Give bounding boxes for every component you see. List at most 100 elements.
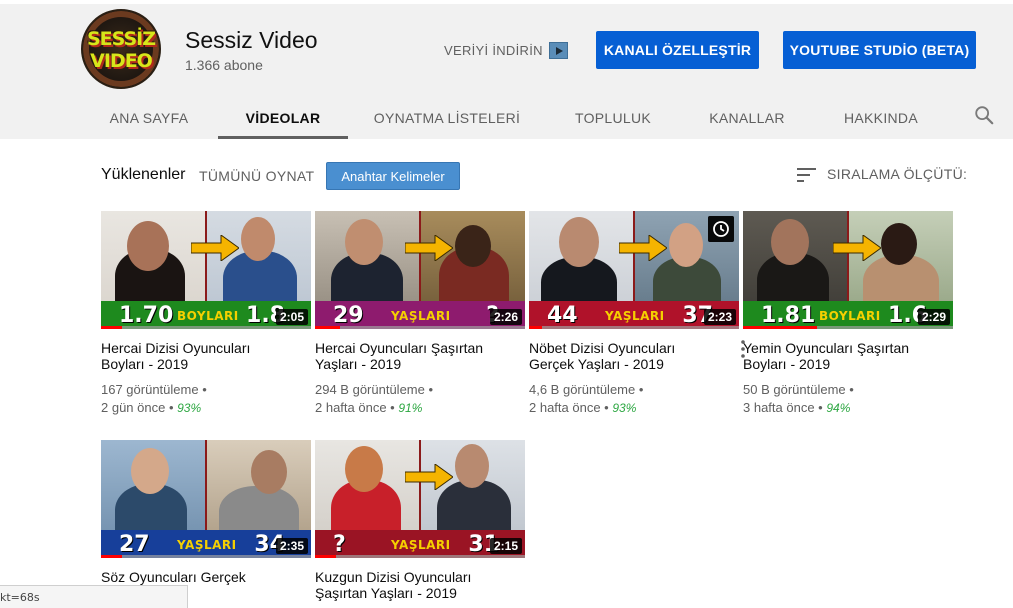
tab-home[interactable]: ANA SAYFA [98,96,200,139]
tab-videos[interactable]: VİDEOLAR [218,96,348,139]
video-card[interactable]: 27 YAŞLARI 34 2:35 Söz Oyuncuları Gerçek… [101,440,311,601]
rating-percent: 94% [826,401,851,415]
video-thumbnail[interactable]: 1.81 BOYLARI 1.6 2:29 [743,211,953,329]
video-title[interactable]: Nöbet Dizisi Oyuncuları Gerçek Yaşları -… [529,340,719,372]
progress-track [101,326,311,329]
progress-track [529,326,739,329]
video-title[interactable]: Hercai Dizisi Oyuncuları Boyları - 2019 [101,340,291,372]
watch-progress [315,555,336,558]
keywords-button[interactable]: Anahtar Kelimeler [326,162,460,190]
header-top-line [0,0,1013,4]
thumb-label: BOYLARI [177,309,239,323]
download-label: VERİYİ İNDİRİN [444,43,543,58]
upload-age: 2 gün önce [101,400,166,415]
watch-progress [101,326,122,329]
section-title: Yüklenenler [101,166,186,183]
video-title[interactable]: Yemin Oyuncuları Şaşırtan Boyları - 2019 [743,340,933,372]
sort-icon[interactable] [797,167,817,183]
channel-header: SESSİZ VIDEO Sessiz Video 1.366 abone VE… [0,0,1013,139]
person-head [345,446,383,492]
thumb-left-value: ? [333,532,346,557]
video-thumbnail[interactable]: ? YAŞLARI 31 2:15 [315,440,525,558]
clock-icon[interactable] [708,216,734,242]
person-head [771,219,809,265]
video-duration: 2:26 [489,309,522,325]
download-data-link[interactable]: VERİYİ İNDİRİN [444,42,568,59]
video-meta: 294 B görüntüleme • 2 hafta önce • 91% [315,382,434,415]
video-card[interactable]: 44 YAŞLARI 37 2:23 Nöbet Dizisi Oyuncula… [529,211,745,417]
search-icon[interactable] [973,104,995,126]
watch-progress [101,555,122,558]
thumb-label: YAŞLARI [391,309,451,323]
video-duration: 2:05 [275,309,308,325]
play-all-button[interactable]: TÜMÜNÜ OYNAT [199,168,314,184]
person-head [559,217,599,267]
tab-community[interactable]: TOPLULUK [564,96,662,139]
person-head [669,223,703,267]
upload-age: 3 hafta önce [743,400,815,415]
person-head [131,448,169,494]
person-head [455,444,489,488]
rating-percent: 91% [398,401,423,415]
view-count: 50 B görüntüleme [743,382,846,397]
person-head [241,217,275,261]
upload-age: 2 hafta önce [529,400,601,415]
arrow-right-icon [833,235,881,261]
customize-channel-button[interactable]: KANALI ÖZELLEŞTİR [596,31,759,69]
video-card[interactable]: ? YAŞLARI 31 2:15 Kuzgun Dizisi Oyuncula… [315,440,525,601]
video-card[interactable]: 1.70 BOYLARI 1.8 2:05 Hercai Dizisi Oyun… [101,211,311,417]
thumb-label: YAŞLARI [177,538,237,552]
channel-name: Sessiz Video [185,27,318,53]
video-title[interactable]: Kuzgun Dizisi Oyuncuları Şaşırtan Yaşlar… [315,569,505,601]
video-play-icon [548,42,568,59]
person-head [455,225,491,267]
video-title[interactable]: Hercai Oyuncuları Şaşırtan Yaşları - 201… [315,340,505,372]
video-duration: 2:29 [917,309,950,325]
arrow-right-icon [405,235,453,261]
youtube-studio-button[interactable]: YOUTUBE STUDİO (BETA) [783,31,976,69]
progress-track [315,326,525,329]
video-thumbnail[interactable]: 1.70 BOYLARI 1.8 2:05 [101,211,311,329]
arrow-right-icon [619,235,667,261]
watch-progress [315,326,341,329]
person-head [345,219,383,265]
watch-progress [529,326,542,329]
tab-channels[interactable]: KANALLAR [697,96,797,139]
video-meta: 4,6 B görüntüleme • 2 hafta önce • 93% [529,382,644,415]
person-head [251,450,287,494]
avatar-logo-text-2: VIDEO [90,50,153,72]
rating-percent: 93% [612,401,637,415]
watch-progress [743,326,817,329]
view-count: 294 B görüntüleme [315,382,425,397]
thumb-divider [205,440,207,530]
channel-tabs: ANA SAYFA VİDEOLAR OYNATMA LİSTELERİ TOP… [0,96,1013,139]
person-head [127,221,169,271]
video-thumbnail[interactable]: 29 YAŞLARI ? 2:26 [315,211,525,329]
sort-by-label[interactable]: SIRALAMA ÖLÇÜTÜ: [827,166,967,182]
browser-status-bar: kt=68s [0,585,188,608]
avatar-logo-text-1: SESSİZ [86,28,156,50]
thumb-left-value: 27 [119,532,150,557]
arrow-right-icon [405,464,453,490]
tab-playlists[interactable]: OYNATMA LİSTELERİ [366,96,528,139]
view-count: 167 görüntüleme [101,382,199,397]
thumb-left-value: 29 [333,303,364,328]
thumb-left-value: 44 [547,303,578,328]
person-head [881,223,917,265]
progress-track [101,555,311,558]
video-duration: 2:15 [489,538,522,554]
video-meta: 167 görüntüleme • 2 gün önce • 93% [101,382,207,415]
arrow-right-icon [191,235,239,261]
video-card[interactable]: 29 YAŞLARI ? 2:26 Hercai Oyuncuları Şaşı… [315,211,525,417]
video-thumbnail[interactable]: 44 YAŞLARI 37 2:23 [529,211,739,329]
video-thumbnail[interactable]: 27 YAŞLARI 34 2:35 [101,440,311,558]
channel-avatar[interactable]: SESSİZ VIDEO [81,9,161,89]
video-card[interactable]: 1.81 BOYLARI 1.6 2:29 Yemin Oyuncuları Ş… [743,211,953,417]
thumb-label: YAŞLARI [391,538,451,552]
thumb-left-value: 1.70 [119,303,174,328]
tab-about[interactable]: HAKKINDA [832,96,930,139]
progress-track [315,555,525,558]
thumb-left-value: 1.81 [761,303,816,328]
video-meta: 50 B görüntüleme • 3 hafta önce • 94% [743,382,854,415]
upload-age: 2 hafta önce [315,400,387,415]
